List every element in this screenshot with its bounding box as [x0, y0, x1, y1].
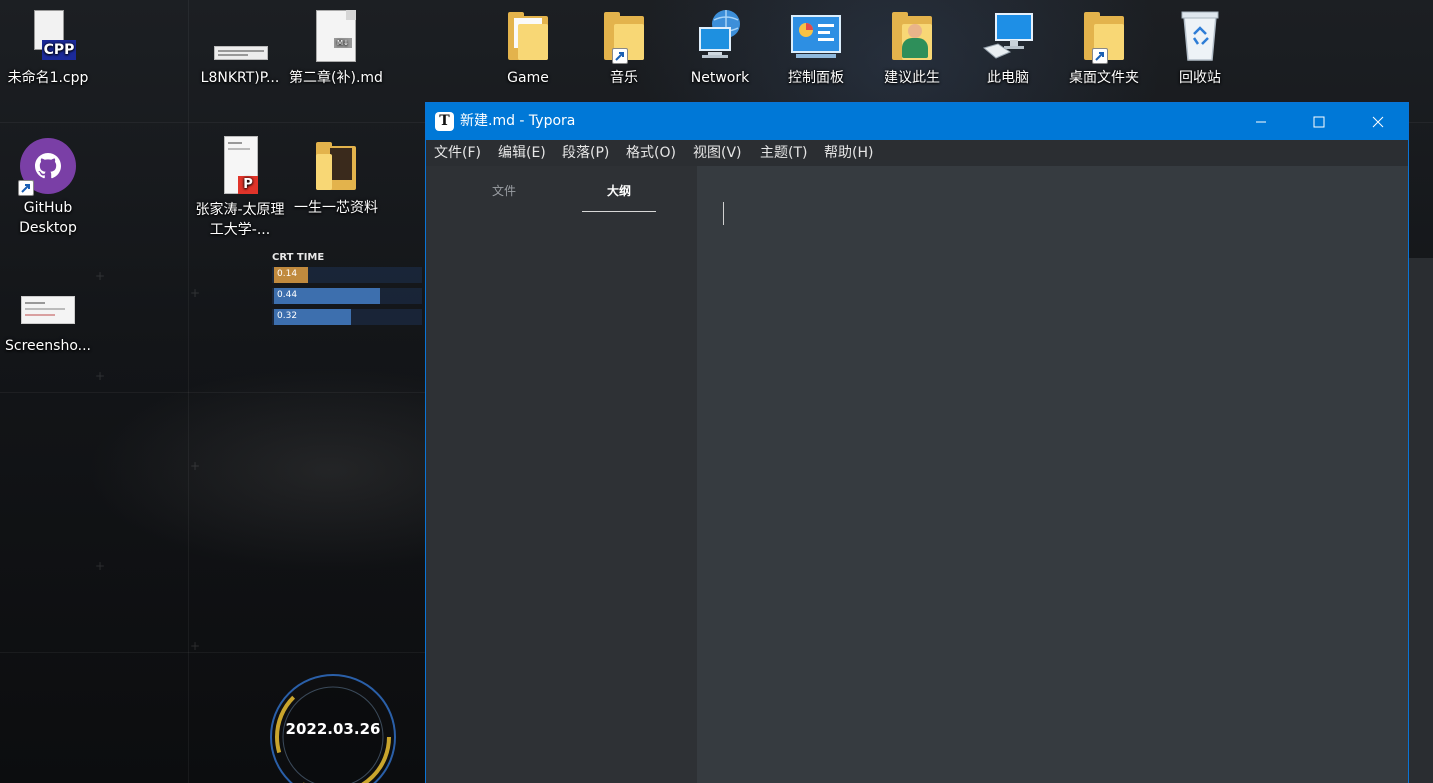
- wallpaper-mark: +: [95, 559, 106, 573]
- wallpaper-mark: +: [190, 459, 201, 473]
- minimize-icon: [1256, 121, 1266, 122]
- typora-window[interactable]: T 新建.md - Typora 文件(F) 编辑(E) 段落(P) 格式(O)…: [425, 102, 1409, 783]
- desktop-icon-game-folder[interactable]: Game: [480, 8, 576, 88]
- desktop-icon-this-pc[interactable]: 此电脑: [960, 8, 1056, 88]
- desktop-icon-image-file[interactable]: L8NKRT)P...: [192, 8, 288, 88]
- desktop-icon-user-folder[interactable]: 建议此生: [864, 8, 960, 88]
- markdown-file-icon: M↓: [308, 8, 364, 64]
- desktop-icon-ysyx-folder[interactable]: 一生一芯资料: [288, 138, 384, 218]
- background-window-edge: [1409, 258, 1433, 783]
- desktop-icon-control-panel[interactable]: 控制面板: [768, 8, 864, 88]
- shortcut-arrow-icon: [18, 180, 34, 196]
- github-icon: [18, 138, 76, 196]
- title-bar[interactable]: T 新建.md - Typora: [426, 103, 1408, 140]
- crt-bar-value: 0.32: [277, 311, 298, 321]
- close-icon: [1372, 116, 1384, 127]
- menu-bar: 文件(F) 编辑(E) 段落(P) 格式(O) 视图(V) 主题(T) 帮助(H…: [426, 140, 1408, 166]
- clock-date: 2022.03.26: [285, 720, 381, 738]
- folder-icon: [500, 8, 556, 64]
- desktop-icon-cpp-file[interactable]: CPP 未命名1.cpp: [0, 8, 96, 88]
- maximize-button[interactable]: [1290, 103, 1348, 140]
- editor-area[interactable]: [697, 166, 1408, 783]
- crt-bar-value: 0.44: [277, 290, 298, 300]
- menu-theme[interactable]: 主题(T): [760, 144, 807, 162]
- menu-paragraph[interactable]: 段落(P): [562, 144, 609, 162]
- crt-bar-row: 0.32: [272, 309, 422, 325]
- wallpaper-mark: +: [190, 639, 201, 653]
- pdf-file-icon: P: [212, 136, 268, 196]
- desktop-icon-music-folder[interactable]: 音乐: [576, 8, 672, 88]
- sidebar: 文件 大纲: [426, 166, 697, 783]
- minimize-button[interactable]: [1232, 103, 1290, 140]
- menu-format[interactable]: 格式(O): [626, 144, 676, 162]
- widget-title: CRT TIME: [272, 252, 325, 263]
- crt-bar-row: 0.14: [272, 267, 422, 283]
- close-button[interactable]: [1349, 103, 1407, 140]
- screenshot-file-icon: [20, 276, 76, 332]
- tab-outline[interactable]: 大纲: [607, 183, 631, 199]
- active-tab-indicator: [582, 211, 656, 212]
- text-caret: [723, 202, 724, 225]
- menu-file[interactable]: 文件(F): [434, 144, 481, 162]
- image-file-icon: [212, 8, 268, 64]
- crt-time-widget: CRT TIME 0.14 0.44 0.32: [272, 252, 422, 330]
- desktop-icon-github-desktop[interactable]: GitHub Desktop: [0, 138, 96, 238]
- maximize-icon: [1313, 116, 1325, 127]
- wallpaper-line: [188, 0, 189, 783]
- desktop-icon-screenshot[interactable]: Screensho...: [0, 276, 96, 356]
- shortcut-arrow-icon: [612, 48, 628, 64]
- desktop-icon-network[interactable]: Network: [672, 8, 768, 88]
- desktop-icon-desktop-folder[interactable]: 桌面文件夹: [1056, 8, 1152, 88]
- wallpaper-mark: +: [95, 369, 106, 383]
- computer-icon: [980, 8, 1036, 64]
- wallpaper-mark: +: [95, 269, 106, 283]
- crt-bar-row: 0.44: [272, 288, 422, 304]
- desktop-icon-markdown-file[interactable]: M↓ 第二章(补).md: [288, 8, 384, 88]
- window-title: 新建.md - Typora: [460, 113, 576, 129]
- folder-shortcut-icon: [1076, 8, 1132, 64]
- typora-app-icon: T: [435, 112, 454, 131]
- desktop-icon-pdf-file[interactable]: P 张家涛-太原理工大学-...: [192, 136, 288, 240]
- folder-icon: [308, 138, 364, 194]
- user-folder-icon: [884, 8, 940, 64]
- recycle-bin-icon: [1172, 8, 1228, 64]
- shortcut-arrow-icon: [1092, 48, 1108, 64]
- wallpaper-mark: +: [190, 286, 201, 300]
- crt-bar-value: 0.14: [277, 269, 298, 279]
- menu-edit[interactable]: 编辑(E): [498, 144, 546, 162]
- menu-view[interactable]: 视图(V): [693, 144, 742, 162]
- network-icon: [692, 8, 748, 64]
- desktop-icon-recycle-bin[interactable]: 回收站: [1152, 8, 1248, 88]
- menu-help[interactable]: 帮助(H): [824, 144, 873, 162]
- tab-files[interactable]: 文件: [492, 183, 516, 199]
- cpp-file-icon: CPP: [20, 8, 76, 64]
- control-panel-icon: [788, 8, 844, 64]
- folder-shortcut-icon: [596, 8, 652, 64]
